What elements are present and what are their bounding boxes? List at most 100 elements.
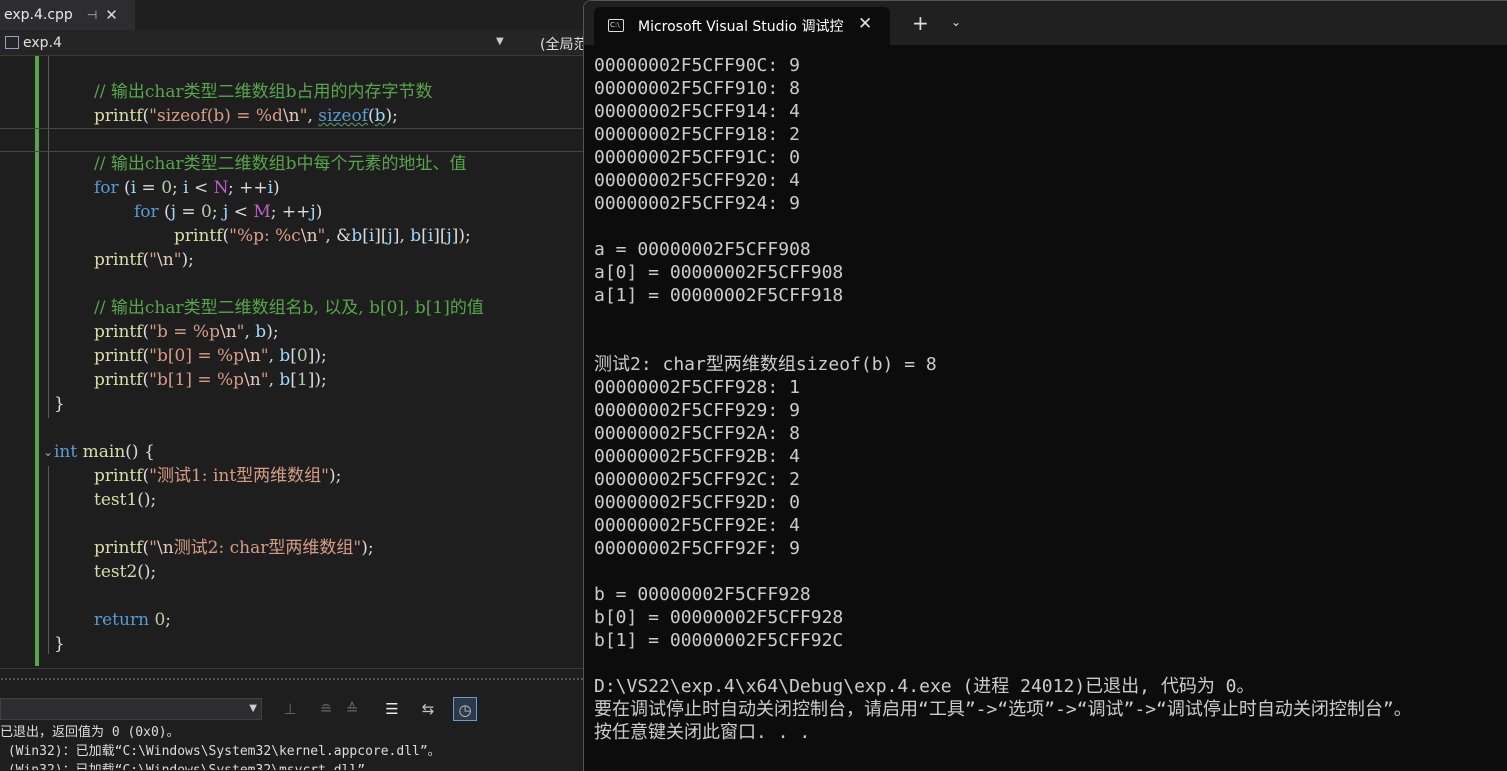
code-token: for xyxy=(94,178,119,198)
code-line[interactable]: printf("\n测试2: char型两维数组"); xyxy=(0,536,585,560)
find-message-icon[interactable]: ⊥ xyxy=(278,697,302,721)
terminal-line: 00000002F5CFF92E: 4 xyxy=(594,515,800,536)
code-line[interactable]: } xyxy=(0,392,585,416)
terminal-line: D:\VS22\exp.4\x64\Debug\exp.4.exe (进程 24… xyxy=(594,676,1255,697)
code-token: , xyxy=(268,346,280,366)
code-line-text: // 输出char类型二维数组b中每个元素的地址、值 xyxy=(94,152,466,176)
output-source-dropdown[interactable]: ▼ xyxy=(0,698,262,720)
code-token: ; xyxy=(165,610,172,630)
code-token: [ xyxy=(362,226,369,246)
code-line[interactable] xyxy=(0,512,585,536)
code-token: ; xyxy=(172,178,184,198)
pane-splitter[interactable] xyxy=(0,677,585,681)
close-icon[interactable]: ✕ xyxy=(105,6,118,24)
code-token: // 输出char类型二维数组名b, 以及, b[0], b[1]的值 xyxy=(94,298,484,318)
project-icon xyxy=(5,36,19,49)
code-line[interactable] xyxy=(0,584,585,608)
code-token: // 输出char类型二维数组b占用的内存字节数 xyxy=(94,82,433,102)
code-line-text: printf("测试1: int型两维数组"); xyxy=(94,464,341,488)
code-line-text: int main() { xyxy=(54,440,155,464)
code-token: } xyxy=(54,394,65,414)
code-token: ]); xyxy=(307,346,327,366)
terminal-output[interactable]: 00000002F5CFF90C: 9 00000002F5CFF910: 8 00… xyxy=(594,54,1507,744)
code-line[interactable]: printf("sizeof(b) = %d\n", sizeof(b); xyxy=(0,104,585,128)
code-line[interactable]: // 输出char类型二维数组名b, 以及, b[0], b[1]的值 xyxy=(0,296,585,320)
code-token: 1 xyxy=(296,370,308,390)
terminal-line: 00000002F5CFF914: 4 xyxy=(594,101,800,122)
code-line[interactable]: for (i = 0; i < N; ++i) xyxy=(0,176,585,200)
terminal-tab[interactable]: C:\ Microsoft Visual Studio 调试控制台 ✕ xyxy=(594,7,890,45)
word-wrap-icon[interactable]: ⇆ xyxy=(416,697,440,721)
code-token: \n xyxy=(282,106,300,126)
code-line-text: // 输出char类型二维数组b占用的内存字节数 xyxy=(94,80,432,104)
code-token: (); xyxy=(137,562,157,582)
previous-message-icon[interactable]: ≘ xyxy=(314,697,338,721)
code-line-text: for (j = 0; j < M; ++j) xyxy=(134,200,322,224)
output-line: (Win32)：已加载“C:\Windows\System32\kernel.a… xyxy=(0,744,441,759)
terminal-line: 00000002F5CFF92B: 4 xyxy=(594,446,800,467)
code-line[interactable]: printf("b[0] = %p\n", b[0]); xyxy=(0,344,585,368)
pin-icon[interactable]: ⊣ xyxy=(87,8,97,22)
output-pane: ▼ ⊥ ≘ ≙ ☰ ⇆ ◷ 已退出，返回值为 0 (0x0)。 (Win32)：… xyxy=(0,668,585,770)
terminal-line: 00000002F5CFF92A: 8 xyxy=(594,423,800,444)
close-icon[interactable]: ✕ xyxy=(858,14,872,34)
code-token: " xyxy=(149,538,157,558)
code-line[interactable]: printf("b[1] = %p\n", b[1]); xyxy=(0,368,585,392)
code-line[interactable]: } xyxy=(0,632,585,656)
scope-dropdown[interactable]: (全局范 xyxy=(540,34,585,54)
document-tab[interactable]: exp.4.cpp ⊣ ✕ xyxy=(0,0,135,30)
code-line-text: printf("sizeof(b) = %d\n", sizeof(b); xyxy=(94,104,398,128)
code-token: sizeof xyxy=(318,106,368,126)
code-line[interactable]: printf("%p: %c\n", &b[i][j], b[i][j]); xyxy=(0,224,585,248)
code-token: "%p: %c xyxy=(229,226,301,246)
code-line[interactable]: printf("b = %p\n", b); xyxy=(0,320,585,344)
code-token: 0 xyxy=(154,610,166,630)
code-token: ); xyxy=(361,538,374,558)
code-line[interactable]: printf("测试1: int型两维数组"); xyxy=(0,464,585,488)
code-line[interactable]: test2(); xyxy=(0,560,585,584)
code-line[interactable] xyxy=(0,128,585,152)
code-line[interactable] xyxy=(0,416,585,440)
code-area[interactable]: ⌄ // 输出char类型二维数组b占用的内存字节数 printf("sizeof… xyxy=(0,56,585,666)
code-line-text: printf("%p: %c\n", &b[i][j], b[i][j]); xyxy=(174,224,471,248)
chevron-down-icon[interactable]: ▼ xyxy=(249,703,257,714)
code-line[interactable]: return 0; xyxy=(0,608,585,632)
terminal-line: 测试2: char型两维数组sizeof(b) = 8 xyxy=(594,354,937,375)
code-line[interactable] xyxy=(0,272,585,296)
code-token: 0 xyxy=(201,202,212,222)
code-line[interactable]: printf("\n"); xyxy=(0,248,585,272)
terminal-window: C:\ Microsoft Visual Studio 调试控制台 ✕ + ⌄ … xyxy=(583,0,1507,771)
code-token: () { xyxy=(125,442,155,462)
code-token: ; xyxy=(211,202,224,222)
code-line[interactable]: // 输出char类型二维数组b占用的内存字节数 xyxy=(0,80,585,104)
code-token: ]); xyxy=(451,226,471,246)
code-line-text: test1(); xyxy=(94,488,156,512)
code-line[interactable]: test1(); xyxy=(0,488,585,512)
code-line[interactable]: // 输出char类型二维数组b中每个元素的地址、值 xyxy=(0,152,585,176)
terminal-line: a = 00000002F5CFF908 xyxy=(594,239,811,260)
clock-icon[interactable]: ◷ xyxy=(453,697,477,721)
code-token: b xyxy=(374,106,386,126)
code-token: for xyxy=(134,202,159,222)
code-line-text: } xyxy=(54,392,65,416)
terminal-line: a[1] = 00000002F5CFF918 xyxy=(594,285,844,306)
clear-all-icon[interactable]: ☰ xyxy=(380,697,404,721)
terminal-tab-bar: C:\ Microsoft Visual Studio 调试控制台 ✕ + ⌄ xyxy=(584,1,1507,45)
code-line[interactable]: for (j = 0; j < M; ++j) xyxy=(0,200,585,224)
code-token: ; ++ xyxy=(270,202,311,222)
chevron-down-icon[interactable]: ▼ xyxy=(496,36,504,47)
terminal-tab-title: Microsoft Visual Studio 调试控制台 xyxy=(638,19,844,35)
plus-icon[interactable]: + xyxy=(912,11,929,35)
code-token: ( xyxy=(118,178,131,198)
code-line-text: return 0; xyxy=(94,608,171,632)
project-dropdown[interactable]: exp.4 xyxy=(0,30,512,55)
code-line[interactable]: int main() { xyxy=(0,440,585,464)
code-token: b xyxy=(410,226,422,246)
code-token: printf xyxy=(94,250,143,270)
next-message-icon[interactable]: ≙ xyxy=(340,697,364,721)
terminal-line: 00000002F5CFF92C: 2 xyxy=(594,469,800,490)
output-line: 已退出，返回值为 0 (0x0)。 xyxy=(0,725,180,740)
chevron-down-icon[interactable]: ⌄ xyxy=(951,15,961,29)
code-token: // 输出char类型二维数组b中每个元素的地址、值 xyxy=(94,154,467,174)
